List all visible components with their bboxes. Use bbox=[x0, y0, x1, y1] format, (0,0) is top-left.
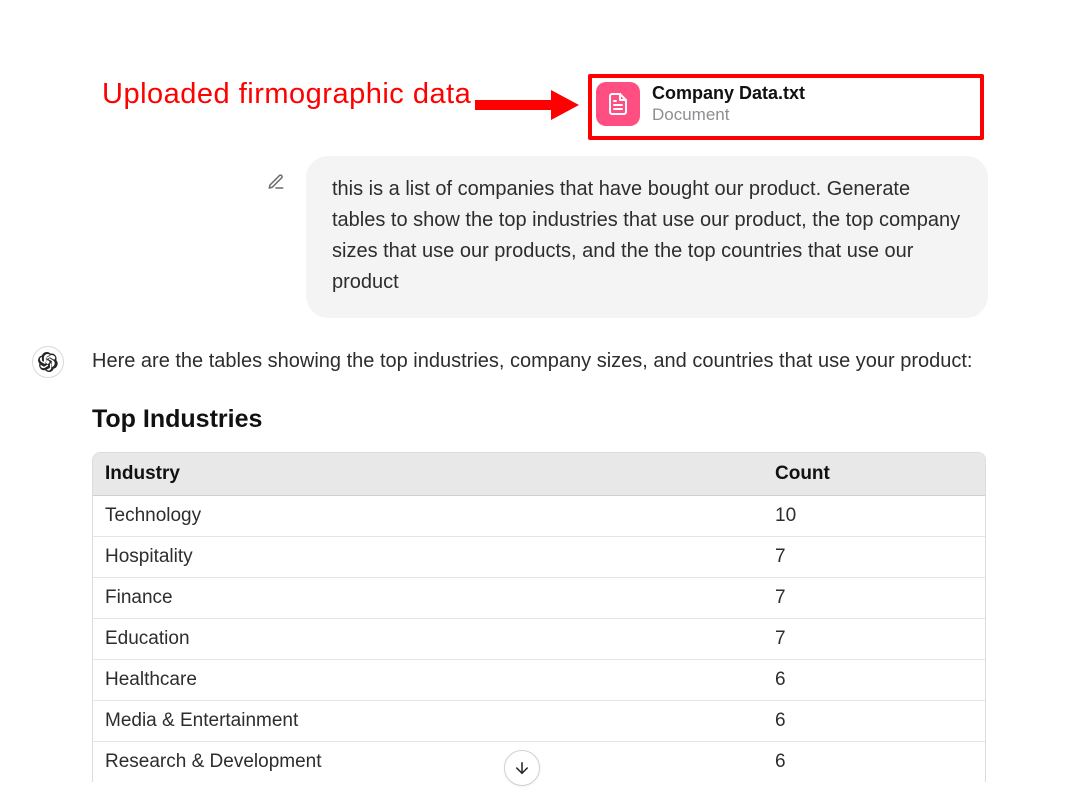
cell-count: 7 bbox=[763, 537, 985, 578]
user-message-text: this is a list of companies that have bo… bbox=[332, 178, 960, 293]
cell-industry: Hospitality bbox=[93, 537, 763, 578]
industries-table: Industry Count Technology 10 Hospitality… bbox=[92, 452, 986, 782]
arrow-down-icon bbox=[513, 759, 531, 777]
cell-industry: Media & Entertainment bbox=[93, 701, 763, 742]
scroll-to-bottom-button[interactable] bbox=[504, 750, 540, 786]
assistant-avatar bbox=[32, 346, 64, 378]
table-row: Hospitality 7 bbox=[93, 537, 985, 578]
section-title-top-industries: Top Industries bbox=[92, 405, 262, 434]
file-meta: Company Data.txt Document bbox=[652, 83, 805, 125]
cell-industry: Education bbox=[93, 619, 763, 660]
table-row: Technology 10 bbox=[93, 496, 985, 537]
file-kind: Document bbox=[652, 105, 805, 125]
cell-count: 7 bbox=[763, 619, 985, 660]
document-icon bbox=[596, 82, 640, 126]
table-row: Education 7 bbox=[93, 619, 985, 660]
cell-industry: Healthcare bbox=[93, 660, 763, 701]
cell-count: 6 bbox=[763, 660, 985, 701]
edit-message-button[interactable] bbox=[264, 170, 288, 194]
cell-industry: Research & Development bbox=[93, 742, 763, 783]
table-row: Finance 7 bbox=[93, 578, 985, 619]
openai-logo-icon bbox=[38, 352, 58, 372]
table-row: Healthcare 6 bbox=[93, 660, 985, 701]
column-header-count: Count bbox=[763, 453, 985, 496]
user-message-bubble[interactable]: this is a list of companies that have bo… bbox=[306, 156, 988, 318]
file-attachment[interactable]: Company Data.txt Document bbox=[596, 82, 805, 126]
annotation-label: Uploaded firmographic data bbox=[102, 78, 471, 111]
cell-count: 6 bbox=[763, 742, 985, 783]
annotation-arrow bbox=[475, 92, 580, 118]
chat-screenshot: Uploaded firmographic data Company Data.… bbox=[0, 0, 1070, 795]
cell-count: 6 bbox=[763, 701, 985, 742]
cell-count: 10 bbox=[763, 496, 985, 537]
table-header-row: Industry Count bbox=[93, 453, 985, 496]
table-row: Media & Entertainment 6 bbox=[93, 701, 985, 742]
cell-count: 7 bbox=[763, 578, 985, 619]
assistant-intro-text: Here are the tables showing the top indu… bbox=[92, 350, 973, 373]
cell-industry: Finance bbox=[93, 578, 763, 619]
file-name: Company Data.txt bbox=[652, 83, 805, 105]
pencil-icon bbox=[267, 173, 285, 191]
column-header-industry: Industry bbox=[93, 453, 763, 496]
user-message-row: this is a list of companies that have bo… bbox=[264, 156, 988, 318]
cell-industry: Technology bbox=[93, 496, 763, 537]
